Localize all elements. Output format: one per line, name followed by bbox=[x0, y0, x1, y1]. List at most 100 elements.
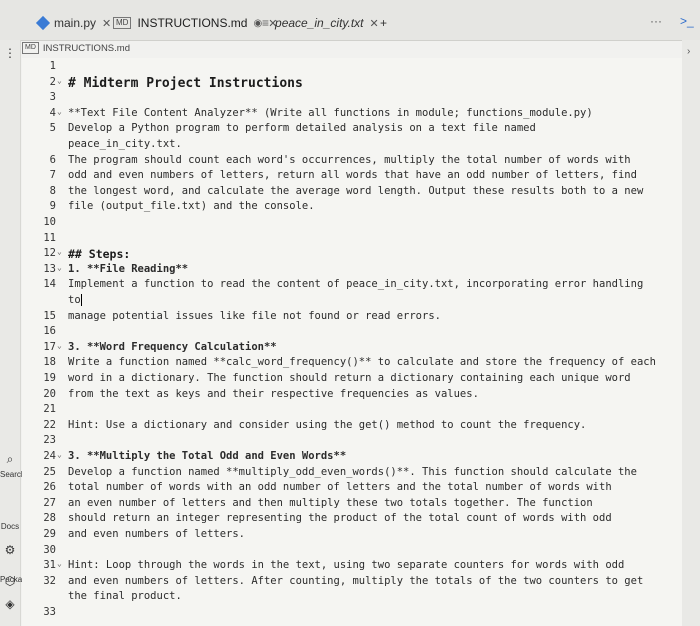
editor-line[interactable]: 14 Implement a function to read the conte… bbox=[22, 278, 682, 295]
breadcrumb-file[interactable]: INSTRUCTIONS.md bbox=[43, 43, 130, 54]
line-number: 13 bbox=[43, 262, 56, 275]
editor-line[interactable]: 3 bbox=[22, 91, 682, 108]
editor-line[interactable]: 21 bbox=[22, 403, 682, 420]
editor-line[interactable]: 8 the longest word, and calculate the ave… bbox=[22, 185, 682, 202]
fold-chevron-icon[interactable]: ⌄ bbox=[57, 247, 65, 256]
editor-line[interactable]: 7 odd and even numbers of letters, return… bbox=[22, 169, 682, 186]
close-icon[interactable]: ✕ bbox=[102, 17, 111, 30]
docs-label[interactable]: Docs bbox=[0, 522, 20, 531]
editor-line[interactable]: peace_in_city.txt. bbox=[22, 138, 682, 155]
editor-line[interactable]: 9 file (output_file.txt) and the console. bbox=[22, 200, 682, 217]
line-text: peace_in_city.txt. bbox=[68, 138, 182, 150]
line-number: 6 bbox=[49, 153, 56, 166]
fold-chevron-icon[interactable]: ⌄ bbox=[57, 263, 65, 272]
line-text: Write a function named **calc_word_frequ… bbox=[68, 356, 656, 369]
line-text: from the text as keys and their respecti… bbox=[68, 387, 479, 400]
tab-main-py[interactable]: main.py ✕ bbox=[35, 12, 111, 34]
line-text: the longest word, and calculate the aver… bbox=[68, 184, 644, 197]
editor-line[interactable]: 22 Hint: Use a dictionary and consider us… bbox=[22, 419, 682, 436]
kebab-menu-icon[interactable]: ⋮ bbox=[0, 46, 20, 60]
line-text: and even numbers of letters. bbox=[68, 528, 246, 540]
line-number: 31 bbox=[43, 559, 56, 572]
line-text: 1. **File Reading** bbox=[68, 262, 189, 275]
line-text: word in a dictionary. The function shoul… bbox=[68, 372, 631, 384]
editor-line[interactable]: 28 should return an integer representing … bbox=[22, 512, 682, 529]
line-number: 7 bbox=[49, 169, 56, 182]
line-text: and even numbers of letters. After count… bbox=[68, 574, 644, 587]
editor-line[interactable]: 32 and even numbers of letters. After cou… bbox=[22, 575, 682, 592]
line-text: Hint: Use a dictionary and consider usin… bbox=[68, 418, 587, 431]
editor-line[interactable]: 17 ⌄ 3. **Word Frequency Calculation** bbox=[22, 341, 682, 358]
git-icon[interactable]: ◈ bbox=[0, 597, 20, 611]
line-text: 3. **Multiply the Total Odd and Even Wor… bbox=[68, 450, 347, 462]
line-number: 23 bbox=[43, 434, 56, 447]
line-text: Develop a function named **multiply_odd_… bbox=[68, 465, 637, 478]
line-text: Implement a function to read the content… bbox=[68, 278, 644, 291]
terminal-icon[interactable]: >_ bbox=[680, 14, 694, 28]
editor-line[interactable]: 30 bbox=[22, 544, 682, 561]
editor-line[interactable]: 29 and even numbers of letters. bbox=[22, 528, 682, 545]
line-text: ## Steps: bbox=[68, 247, 131, 262]
line-number: 28 bbox=[43, 512, 56, 525]
line-text: # Midterm Project Instructions bbox=[68, 75, 303, 91]
tab-peace-in-city-txt[interactable]: ≡ peace_in_city.txt ✕ bbox=[262, 12, 379, 34]
line-number: 33 bbox=[43, 606, 56, 618]
preview-eye-icon[interactable]: ◉ bbox=[253, 18, 262, 29]
markdown-icon: MD bbox=[113, 17, 132, 29]
editor-line[interactable]: 2 ⌄ # Midterm Project Instructions bbox=[22, 76, 682, 93]
line-number: 16 bbox=[43, 325, 56, 338]
line-text: manage potential issues like file not fo… bbox=[68, 309, 441, 322]
line-number: 15 bbox=[43, 309, 56, 322]
line-number: 10 bbox=[43, 216, 56, 228]
fold-chevron-icon[interactable]: ⌄ bbox=[57, 76, 65, 85]
line-number: 3 bbox=[49, 91, 56, 104]
text-file-icon: ≡ bbox=[262, 16, 270, 30]
editor-line[interactable]: 33 bbox=[22, 606, 682, 623]
python-diamond-icon bbox=[35, 15, 51, 31]
editor-line[interactable]: 12 ⌄ ## Steps: bbox=[22, 247, 682, 264]
code-editor[interactable]: 1 2 ⌄ # Midterm Project Instructions 3 4 ⌄ **Te… bbox=[22, 58, 682, 626]
editor-line[interactable]: 24 ⌄ 3. **Multiply the Total Odd and Even … bbox=[22, 450, 682, 467]
line-text: Hint: Loop through the words in the text… bbox=[68, 559, 625, 572]
editor-line[interactable]: 1 bbox=[22, 60, 682, 77]
more-icon[interactable]: ··· bbox=[650, 14, 662, 28]
editor-line[interactable]: 31 ⌄ Hint: Loop through the words in the t… bbox=[22, 559, 682, 576]
tab-instructions-md[interactable]: MD INSTRUCTIONS.md ◉ ✕ bbox=[113, 12, 277, 34]
editor-line[interactable]: 18 Write a function named **calc_word_fre… bbox=[22, 356, 682, 373]
tab-label: INSTRUCTIONS.md bbox=[137, 16, 248, 30]
editor-line[interactable]: the final product. bbox=[22, 590, 682, 607]
line-number: 21 bbox=[43, 403, 56, 416]
search-icon[interactable]: ⌕ bbox=[0, 452, 20, 467]
fold-chevron-icon[interactable]: ⌄ bbox=[57, 450, 65, 459]
editor-line[interactable]: 19 word in a dictionary. The function sho… bbox=[22, 372, 682, 389]
settings-icon[interactable]: ⚙ bbox=[0, 543, 20, 557]
editor-line[interactable]: 10 bbox=[22, 216, 682, 233]
line-text: Develop a Python program to perform deta… bbox=[68, 122, 536, 135]
fold-chevron-icon[interactable]: ⌄ bbox=[57, 341, 65, 350]
editor-line[interactable]: 16 bbox=[22, 325, 682, 342]
editor-line[interactable]: 11 bbox=[22, 232, 682, 249]
plus-icon: + bbox=[380, 16, 388, 30]
editor-line[interactable]: to bbox=[22, 294, 682, 311]
editor-line[interactable]: 13 ⌄ 1. **File Reading** bbox=[22, 263, 682, 280]
editor-line[interactable]: 20 from the text as keys and their respec… bbox=[22, 388, 682, 405]
fold-chevron-icon[interactable]: ⌄ bbox=[57, 107, 65, 116]
editor-line[interactable]: 15 manage potential issues like file not … bbox=[22, 310, 682, 327]
editor-line[interactable]: 23 bbox=[22, 434, 682, 451]
close-icon[interactable]: ✕ bbox=[370, 17, 379, 30]
editor-line[interactable]: 4 ⌄ **Text File Content Analyzer** (Write … bbox=[22, 107, 682, 124]
chevron-right-icon[interactable]: › bbox=[687, 46, 690, 57]
new-tab-button[interactable]: + bbox=[380, 12, 387, 34]
tab-label: peace_in_city.txt bbox=[275, 16, 364, 30]
tab-bar: main.py ✕ MD INSTRUCTIONS.md ◉ ✕ ≡ peace… bbox=[0, 0, 700, 41]
line-number: 30 bbox=[43, 543, 56, 556]
editor-line[interactable]: 26 total number of words with an odd numb… bbox=[22, 481, 682, 498]
fold-chevron-icon[interactable]: ⌄ bbox=[57, 559, 65, 568]
editor-line[interactable]: 5 Develop a Python program to perform det… bbox=[22, 122, 682, 139]
editor-line[interactable]: 6 The program should count each word's oc… bbox=[22, 154, 682, 171]
editor-line[interactable]: 27 an even number of letters and then mul… bbox=[22, 497, 682, 514]
editor-line[interactable]: 25 Develop a function named **multiply_od… bbox=[22, 466, 682, 483]
line-number: 20 bbox=[43, 387, 56, 400]
line-text: to bbox=[68, 294, 82, 306]
line-text: should return an integer representing th… bbox=[68, 512, 612, 525]
